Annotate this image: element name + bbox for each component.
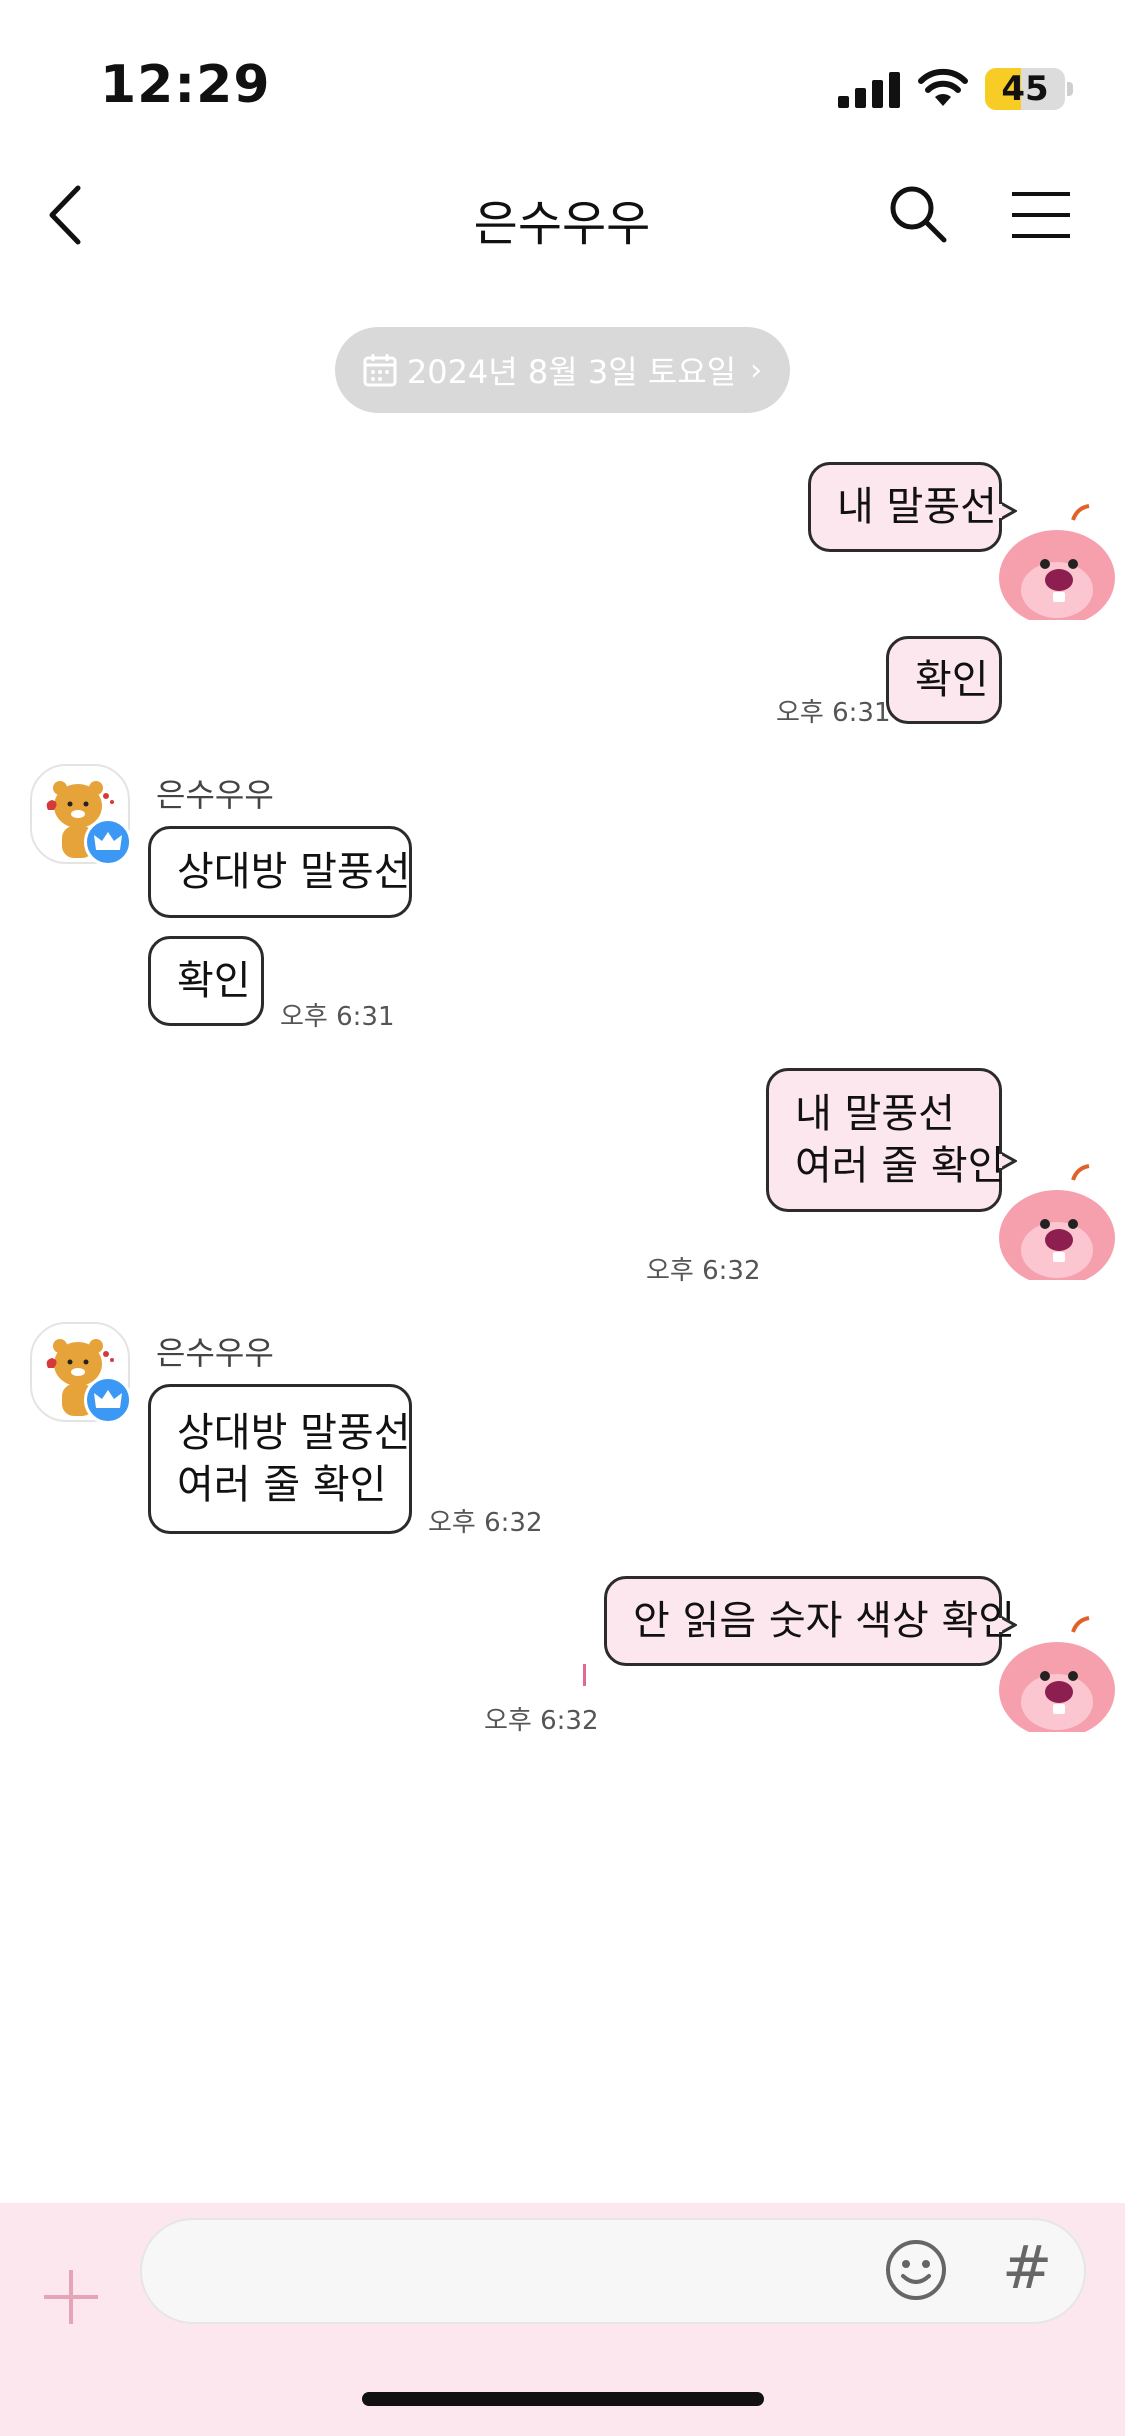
loopy-sticker-icon (999, 504, 1115, 620)
sender-name: 은수우우 (156, 776, 274, 814)
message-time: 오후 6:31 (280, 1002, 395, 1032)
plus-icon[interactable] (42, 2268, 100, 2326)
battery-percent: 45 (1001, 69, 1049, 109)
cellular-signal-icon (838, 72, 900, 108)
status-bar: 12:29 45 (0, 0, 1125, 150)
my-message-bubble[interactable]: 내 말풍선 (808, 462, 1002, 552)
their-message-bubble[interactable]: 상대방 말풍선 여러 줄 확인 (148, 1384, 412, 1534)
message-text: 안 읽음 숫자 색상 확인 (633, 1598, 1016, 1644)
loopy-sticker-icon (999, 1164, 1115, 1280)
message-text: 확인 (915, 657, 989, 703)
chat-header: 은수우우 (0, 160, 1125, 270)
message-text: 확인 (177, 958, 251, 1004)
message-text-line: 여러 줄 확인 (177, 1462, 387, 1508)
my-message-bubble[interactable]: 확인 (886, 636, 1002, 724)
calendar-icon (363, 354, 397, 387)
crown-badge-icon (84, 1376, 132, 1424)
message-time: 오후 6:32 (484, 1706, 599, 1736)
message-text: 내 말풍선 (837, 484, 997, 530)
their-message-bubble[interactable]: 확인 (148, 936, 264, 1026)
loopy-sticker-icon (999, 1616, 1115, 1732)
message-time: 오후 6:32 (428, 1508, 543, 1538)
menu-icon[interactable] (1010, 190, 1072, 240)
emoji-icon[interactable] (884, 2238, 948, 2302)
hashtag-icon[interactable]: # (1002, 2233, 1052, 2303)
chat-title: 은수우우 (473, 196, 651, 252)
unread-count-mark (583, 1664, 586, 1686)
sender-name: 은수우우 (156, 1334, 274, 1372)
chevron-right-icon: › (750, 352, 763, 388)
battery-indicator: 45 (985, 68, 1065, 110)
message-text-line: 상대방 말풍선 (177, 1410, 411, 1456)
wifi-icon (918, 68, 968, 106)
message-text-line: 여러 줄 확인 (795, 1143, 1005, 1189)
date-divider[interactable]: 2024년 8월 3일 토요일 › (335, 327, 790, 413)
date-text: 2024년 8월 3일 토요일 (406, 353, 737, 391)
my-message-bubble[interactable]: 내 말풍선 여러 줄 확인 (766, 1068, 1005, 1212)
back-arrow-icon[interactable] (44, 182, 88, 248)
message-time: 오후 6:31 (776, 698, 891, 728)
message-text-line: 내 말풍선 (795, 1091, 955, 1137)
battery-tip (1067, 82, 1073, 96)
message-time: 오후 6:32 (646, 1256, 761, 1286)
search-icon[interactable] (888, 184, 948, 244)
message-text: 상대방 말풍선 (177, 849, 411, 895)
their-message-bubble[interactable]: 상대방 말풍선 (148, 826, 412, 918)
my-message-bubble[interactable]: 안 읽음 숫자 색상 확인 (604, 1576, 1016, 1666)
crown-badge-icon (84, 818, 132, 866)
home-indicator (362, 2392, 764, 2406)
status-time: 12:29 (100, 55, 271, 115)
